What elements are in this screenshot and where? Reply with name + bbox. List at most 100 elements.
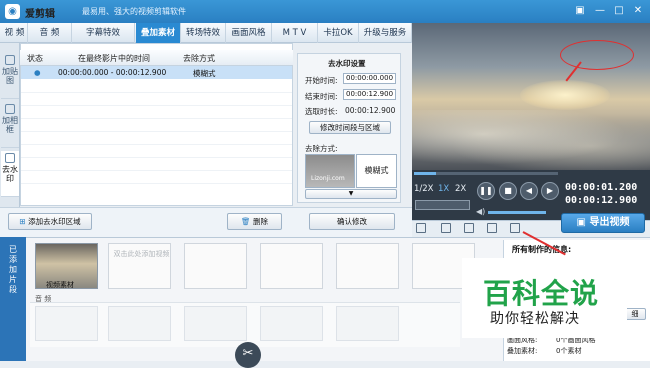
side-tab-remove-watermark[interactable]: 去水印 (1, 151, 19, 197)
pause-button[interactable]: ❚❚ (477, 182, 495, 200)
add-icon: ⊞ (19, 217, 29, 226)
sticker-icon (5, 55, 15, 65)
method-dropdown-arrow[interactable]: ▼ (305, 189, 397, 199)
col-status: 状态 (27, 54, 43, 63)
add-area-label: 添加去水印区域 (28, 217, 81, 226)
grid-line (21, 105, 292, 106)
app-slogan: 最易用、强大的视频剪辑软件 (82, 7, 186, 16)
open-icon[interactable] (416, 223, 426, 233)
tab-transition-effects[interactable]: 转场特效 (181, 23, 226, 43)
confirm-modify-button[interactable]: 确认修改 (309, 213, 395, 230)
playback-progress-fill (414, 172, 436, 175)
frame-step-control[interactable] (415, 200, 470, 210)
grid-line (21, 157, 292, 158)
end-time-input[interactable]: 00:00:12.900 (343, 89, 396, 100)
info-overlay-value: 0个素材 (556, 347, 582, 355)
grid-line (21, 118, 292, 119)
col-method: 去除方式 (183, 54, 215, 63)
start-time-label: 开始时间: (305, 76, 338, 85)
method-preview-thumbnail (305, 154, 355, 188)
info-overlay-label: 叠加素材: (507, 347, 538, 355)
grid-line (21, 92, 292, 93)
maximize-button[interactable]: □ (611, 3, 627, 19)
trash-icon: 🗑 (241, 217, 253, 226)
current-time: 00:00:01.200 (565, 182, 638, 193)
export-label: 导出视频 (589, 217, 630, 228)
added-clips-label: 已添加片段 (9, 245, 17, 294)
method-label: 去除方式: (305, 144, 338, 153)
speed-half-button[interactable]: 1/2X (414, 184, 434, 194)
help-icon[interactable] (487, 223, 497, 233)
method-select[interactable]: 模糊式 (356, 154, 397, 188)
tab-overlay-material[interactable]: 叠加素材 (136, 23, 181, 43)
tab-audio[interactable]: 音 频 (28, 23, 72, 43)
side-tab-add-frame[interactable]: 加相框 (1, 102, 19, 148)
audio-slot[interactable] (35, 306, 98, 341)
site-watermark-title: 百科全说 (483, 277, 600, 310)
tab-upgrade-service[interactable]: 升级与服务 (359, 23, 412, 43)
side-tab-label: 去水印 (2, 165, 18, 183)
minimize-button[interactable]: — (592, 3, 608, 19)
site-watermark-subtitle: 助你轻松解决 (490, 311, 580, 327)
row-time: 00:00:00.000 - 00:00:12.900 (58, 68, 167, 77)
speed-2x-button[interactable]: 2X (455, 184, 466, 194)
col-time: 在最终影片中的时间 (78, 54, 150, 63)
settings-title: 去水印设置 (328, 59, 366, 68)
duration-label: 选取时长: (305, 107, 338, 116)
volume-icon[interactable]: ◀) (476, 207, 485, 216)
delete-button[interactable]: 🗑 删除 (227, 213, 282, 230)
share-icon[interactable] (510, 223, 520, 233)
save-icon[interactable] (464, 223, 474, 233)
add-watermark-area-button[interactable]: ⊞ 添加去水印区域 (8, 213, 92, 230)
watermark-icon (5, 153, 15, 163)
tab-subtitle-effects[interactable]: 字幕特效 (72, 23, 135, 43)
end-time-label: 结束时间: (305, 92, 338, 101)
volume-slider[interactable] (488, 211, 546, 214)
total-time: 00:00:12.900 (565, 195, 638, 206)
speed-1x-button[interactable]: 1X (438, 184, 449, 194)
export-icon: ▣ (576, 217, 590, 228)
clip-label: 视频素材 (46, 281, 74, 289)
start-time-input[interactable]: 00:00:00.000 (343, 73, 396, 84)
empty-clip-slot[interactable] (184, 243, 247, 289)
audio-slot[interactable] (108, 306, 171, 341)
method-thumb-text: Lizonji.com (311, 175, 345, 182)
modify-time-area-button[interactable]: 修改时间段与区域 (309, 121, 391, 134)
audio-slot[interactable] (184, 306, 247, 341)
side-tab-label: 加相框 (2, 116, 18, 134)
prev-frame-button[interactable]: ◀ (520, 182, 538, 200)
skin-icon[interactable]: ▣ (572, 3, 588, 19)
stop-button[interactable]: ■ (499, 182, 517, 200)
duration-value: 00:00:12.900 (345, 106, 396, 115)
app-logo-icon: ◉ (5, 4, 20, 19)
next-frame-button[interactable]: ▶ (541, 182, 559, 200)
tab-mtv[interactable]: M T V (272, 23, 318, 43)
edit-icon[interactable] (441, 223, 451, 233)
side-tab-add-sticker[interactable]: 加贴图 (1, 53, 19, 99)
watermark-highlight-ellipse (560, 40, 634, 70)
info-detail-button[interactable]: 细 (624, 308, 646, 320)
grid-line (21, 183, 292, 184)
scissor-icon[interactable]: ✂ (235, 342, 261, 368)
empty-clip-slot[interactable] (260, 243, 323, 289)
row-method: 模糊式 (193, 69, 216, 78)
close-button[interactable]: ✕ (630, 3, 646, 19)
table-header (20, 50, 293, 66)
empty-clip-slot[interactable] (336, 243, 399, 289)
tab-picture-style[interactable]: 画面风格 (226, 23, 272, 43)
delete-label: 删除 (252, 217, 268, 226)
grid-line (21, 170, 292, 171)
empty-slot-hint: 双击此处添加视频 (113, 250, 170, 258)
grid-line (21, 131, 292, 132)
row-status: ● (34, 68, 41, 77)
tab-video[interactable]: 视 频 (2, 23, 28, 43)
grid-line (21, 144, 292, 145)
frame-icon (5, 104, 15, 114)
audio-slot[interactable] (260, 306, 323, 341)
video-clouds (412, 110, 650, 170)
audio-slot[interactable] (336, 306, 399, 341)
video-sun-glow (520, 80, 610, 110)
export-video-button[interactable]: ▣ 导出视频 (561, 213, 645, 233)
app-name: 爱剪辑 (25, 9, 55, 20)
tab-karaoke[interactable]: 卡拉OK (318, 23, 359, 43)
